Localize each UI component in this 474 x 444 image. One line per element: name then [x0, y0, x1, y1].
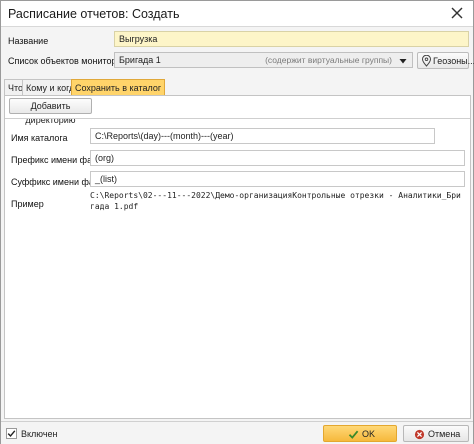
dialog-window: Расписание отчетов: Создать Название Выг…: [0, 0, 474, 444]
name-label: Название: [8, 36, 49, 46]
checkmark-icon: [348, 430, 359, 439]
cancel-button[interactable]: Отмена: [403, 425, 469, 442]
checkmark-icon: [7, 430, 16, 438]
window-title: Расписание отчетов: Создать: [8, 7, 180, 21]
divider: [5, 118, 470, 119]
name-input[interactable]: Выгрузка: [114, 31, 469, 47]
objects-select[interactable]: Бригада 1 (содержит виртуальные группы): [114, 52, 413, 68]
objects-select-hint: (содержит виртуальные группы): [265, 55, 392, 65]
cancel-icon: [414, 429, 425, 440]
title-bar: Расписание отчетов: Создать: [1, 1, 473, 27]
geozones-button-label: Геозоны...: [433, 56, 474, 66]
dir-name-input[interactable]: C:\Reports\(day)---(month)---(year): [90, 128, 435, 144]
geozones-button[interactable]: Геозоны...: [417, 52, 474, 69]
close-icon[interactable]: [447, 3, 467, 23]
example-label: Пример: [11, 199, 44, 209]
add-directory-button[interactable]: Добавить директорию: [9, 98, 92, 125]
enabled-label: Включен: [21, 429, 58, 439]
suffix-input[interactable]: _(list): [90, 171, 465, 187]
chevron-down-icon: [399, 59, 407, 64]
prefix-input[interactable]: (org): [90, 150, 465, 166]
enabled-checkbox[interactable]: [6, 428, 17, 439]
example-path: C:\Reports\02---11---2022\Демо-организац…: [90, 191, 461, 211]
ok-button[interactable]: OK: [323, 425, 397, 442]
ok-button-label: OK: [362, 429, 376, 439]
tab-save-to-catalog[interactable]: Сохранить в каталог: [71, 79, 166, 96]
dir-name-label: Имя каталога: [11, 133, 68, 143]
cancel-button-label: Отмена: [428, 429, 461, 439]
objects-select-value: Бригада 1: [119, 55, 161, 65]
geozone-pin-icon: [421, 55, 432, 67]
